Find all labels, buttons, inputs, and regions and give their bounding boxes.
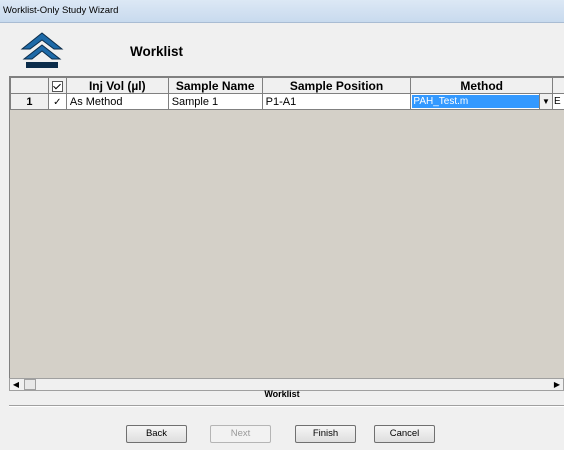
page-title: Worklist	[130, 44, 184, 59]
worklist-grid[interactable]: Inj Vol (µl) Sample Name Sample Position…	[9, 76, 564, 379]
column-header-sample-position[interactable]: Sample Position	[261, 77, 412, 94]
cell-sample-name[interactable]: Sample 1	[167, 93, 263, 110]
cancel-button[interactable]: Cancel	[374, 425, 435, 443]
table-row[interactable]: 1 ✓ As Method Sample 1 P1-A1 PAH_Test.m …	[10, 93, 564, 110]
column-header-sample-name[interactable]: Sample Name	[167, 77, 263, 94]
wizard-header: Worklist	[0, 23, 564, 75]
row-select-check-icon[interactable]: ✓	[53, 97, 61, 108]
select-all-header[interactable]	[47, 77, 67, 94]
worklist-table: Inj Vol (µl) Sample Name Sample Position…	[10, 77, 564, 110]
cell-sample-position[interactable]: P1-A1	[261, 93, 412, 110]
cell-inj-vol[interactable]: As Method	[65, 93, 169, 110]
column-header-overflow	[551, 77, 564, 94]
row-select-cell[interactable]: ✓	[47, 93, 67, 110]
select-all-checkbox[interactable]	[51, 80, 63, 92]
back-button[interactable]: Back	[126, 425, 187, 443]
divider	[9, 405, 564, 407]
next-button[interactable]: Next	[210, 425, 271, 443]
table-header-row: Inj Vol (µl) Sample Name Sample Position…	[10, 77, 564, 94]
double-chevron-up-logo-icon	[20, 32, 64, 68]
column-header-inj-vol[interactable]: Inj Vol (µl)	[65, 77, 169, 94]
grid-caption: Worklist	[264, 389, 300, 399]
row-number[interactable]: 1	[10, 93, 49, 110]
cell-overflow[interactable]: E	[551, 93, 564, 110]
column-header-method[interactable]: Method	[410, 77, 553, 94]
cell-method-dropdown[interactable]: PAH_Test.m ▼	[410, 93, 553, 110]
window-title: Worklist-Only Study Wizard	[3, 5, 119, 16]
method-selected-value[interactable]: PAH_Test.m	[412, 95, 539, 108]
row-number-header	[10, 77, 49, 94]
finish-button[interactable]: Finish	[295, 425, 356, 443]
chevron-down-icon[interactable]: ▼	[538, 94, 552, 109]
window-titlebar[interactable]: Worklist-Only Study Wizard	[0, 0, 564, 23]
